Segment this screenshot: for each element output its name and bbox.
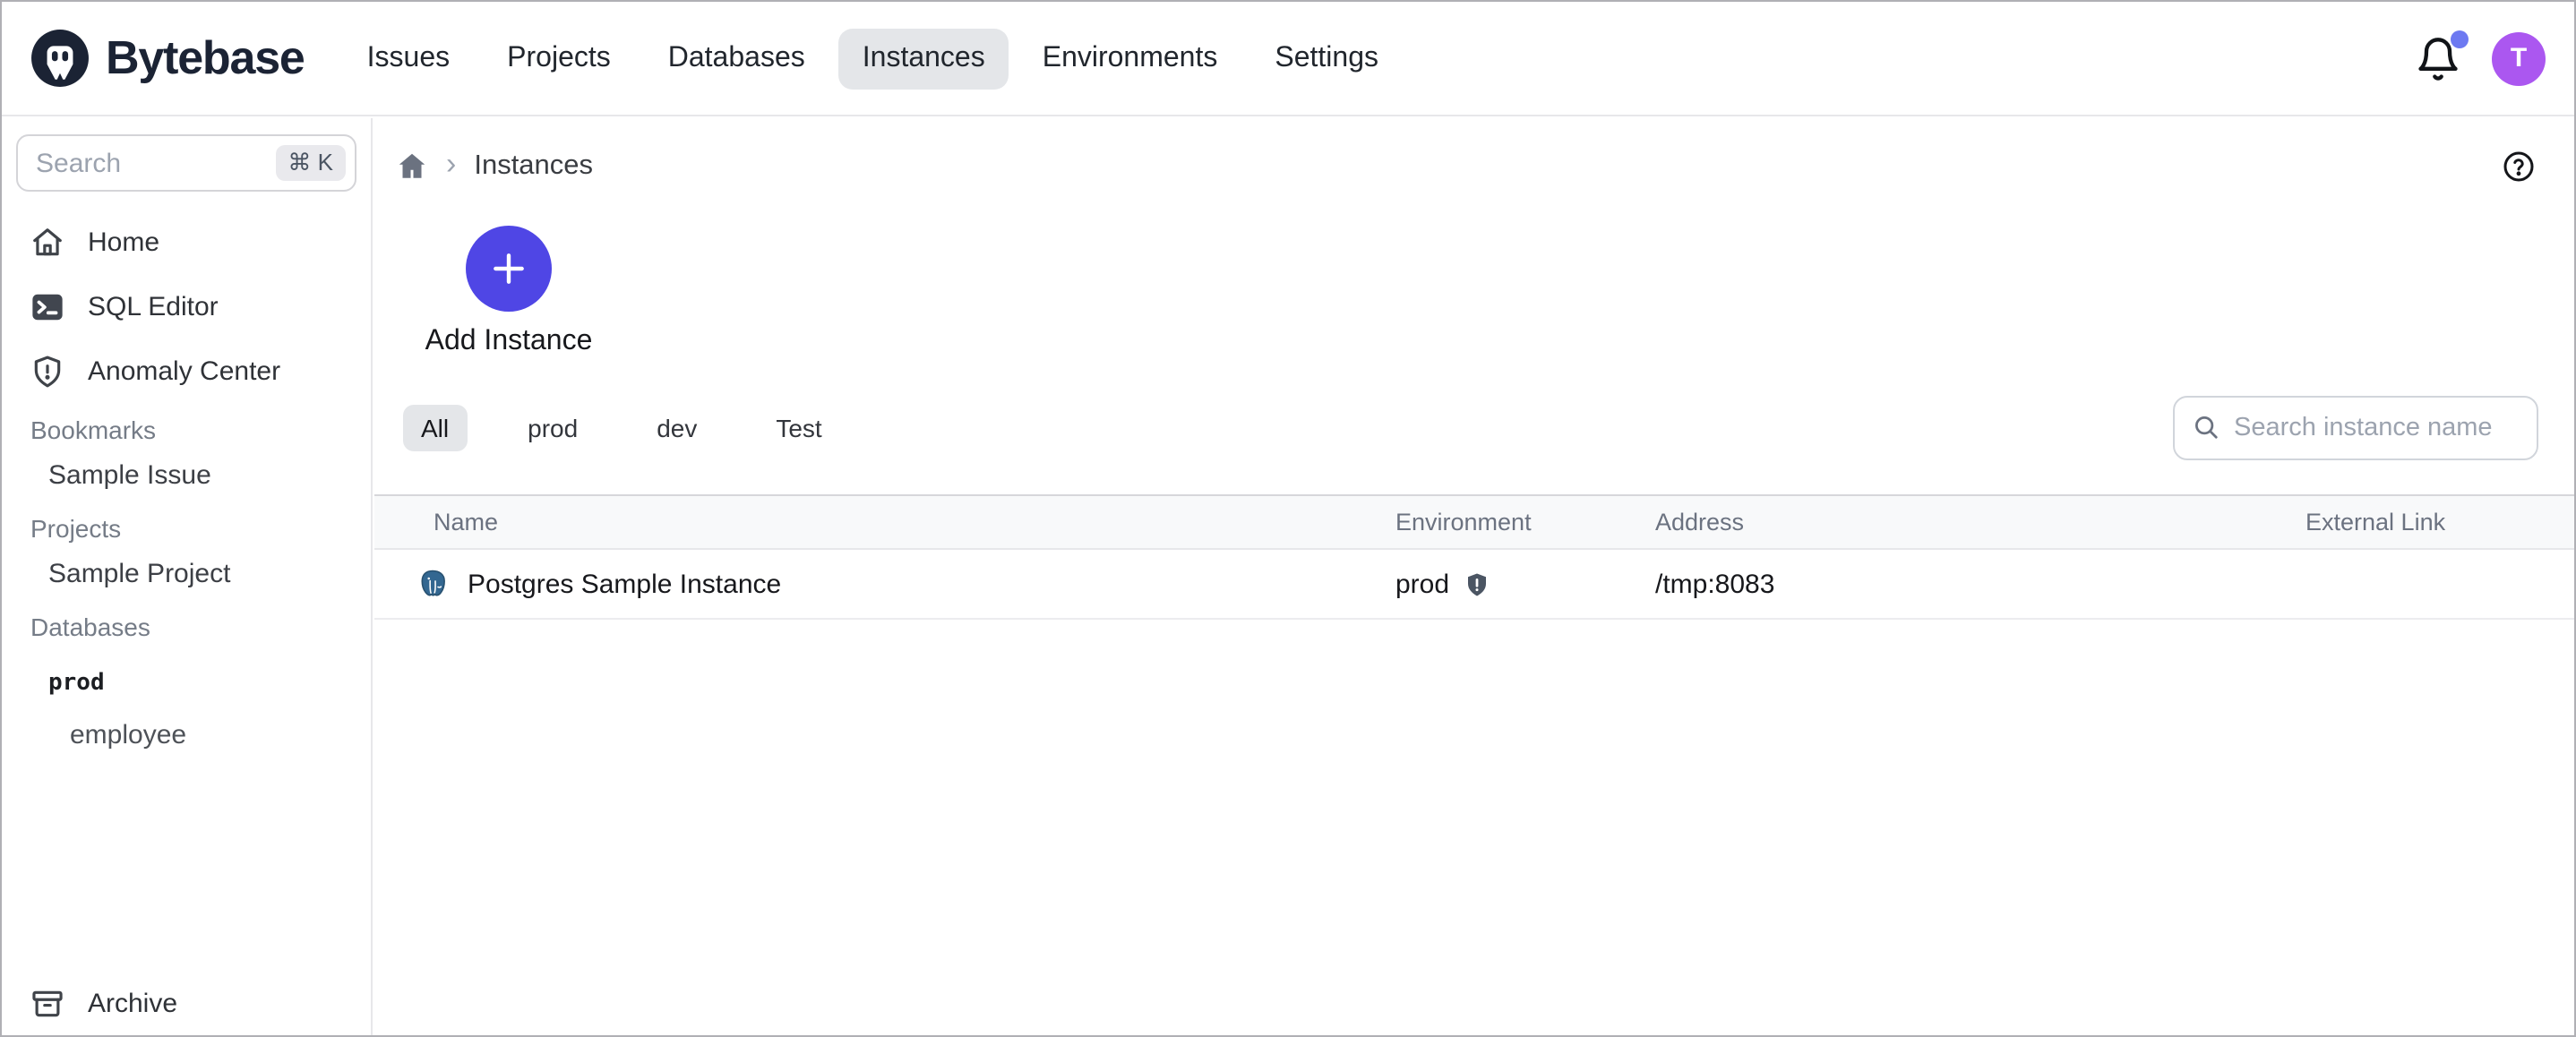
column-header-name: Name <box>374 509 1383 536</box>
home-icon <box>30 225 64 259</box>
sidebar-item-env-prod[interactable]: prod <box>2 657 371 709</box>
nav-item-issues[interactable]: Issues <box>344 28 474 89</box>
table-header: Name Environment Address External Link <box>374 496 2574 550</box>
search-shortcut-badge: ⌘ K <box>275 145 346 181</box>
sidebar-item-sql-editor[interactable]: SQL Editor <box>2 274 371 339</box>
table-row-postgres-sample-instance[interactable]: Postgres Sample Instance prod /tmp:8083 <box>374 550 2574 620</box>
column-header-external-link: External Link <box>2293 509 2574 536</box>
add-instance-label: Add Instance <box>425 326 593 358</box>
nav-item-environments[interactable]: Environments <box>1019 28 1241 89</box>
instance-controls: All prod dev Test <box>403 394 2538 460</box>
bytebase-logo[interactable]: Bytebase <box>30 29 305 88</box>
shield-icon <box>1464 570 1490 597</box>
sidebar-item-sample-project[interactable]: Sample Project <box>2 548 371 600</box>
bytebase-mascot-icon <box>30 29 90 88</box>
terminal-icon <box>30 289 64 323</box>
bytebase-app-window: Bytebase Issues Projects Databases Insta… <box>0 0 2576 1037</box>
help-button[interactable] <box>2503 150 2535 183</box>
user-avatar[interactable]: T <box>2492 31 2546 85</box>
postgresql-icon <box>416 567 450 601</box>
sidebar: ⌘ K Home SQL Editor <box>2 118 373 1035</box>
instances-table: Name Environment Address External Link P… <box>374 494 2574 620</box>
breadcrumb: › Instances <box>396 149 593 183</box>
add-instance-button[interactable]: Add Instance <box>410 226 607 358</box>
sidebar-item-label: SQL Editor <box>88 291 219 321</box>
instance-environment: prod <box>1395 569 1449 599</box>
chevron-right-icon: › <box>446 149 456 183</box>
nav-item-projects[interactable]: Projects <box>484 28 634 89</box>
sidebar-item-anomaly-center[interactable]: Anomaly Center <box>2 339 371 403</box>
environment-filter-tabs: All prod dev Test <box>403 404 840 450</box>
sidebar-item-home[interactable]: Home <box>2 210 371 274</box>
help-circle-icon <box>2503 150 2535 183</box>
tab-all[interactable]: All <box>403 404 467 450</box>
nav-item-databases[interactable]: Databases <box>645 28 829 89</box>
tab-dev[interactable]: dev <box>639 404 715 450</box>
search-input[interactable] <box>36 148 275 178</box>
home-icon[interactable] <box>396 150 428 182</box>
sidebar-section-bookmarks: Bookmarks <box>2 410 371 450</box>
notifications-button[interactable] <box>2415 35 2461 81</box>
add-instance-circle[interactable] <box>466 226 552 312</box>
navbar-right: T <box>2415 31 2546 85</box>
tab-test[interactable]: Test <box>758 404 839 450</box>
search-icon <box>2193 414 2220 441</box>
sidebar-item-sample-issue[interactable]: Sample Issue <box>2 450 371 501</box>
main-content: › Instances Add Instance All <box>374 118 2574 1035</box>
global-search[interactable]: ⌘ K <box>16 134 356 192</box>
sidebar-item-label: Home <box>88 227 159 257</box>
unread-notification-dot <box>2451 30 2469 47</box>
brand-name: Bytebase <box>106 30 305 86</box>
plus-icon <box>489 249 528 288</box>
nav-item-settings[interactable]: Settings <box>1251 28 1402 89</box>
sidebar-item-label: Archive <box>88 988 177 1018</box>
column-header-address: Address <box>1643 509 2293 536</box>
shield-alert-icon <box>30 354 64 388</box>
top-navbar: Bytebase Issues Projects Databases Insta… <box>2 2 2574 116</box>
breadcrumb-current-page: Instances <box>474 150 593 182</box>
main-nav: Issues Projects Databases Instances Envi… <box>344 28 1402 89</box>
instance-search-input[interactable] <box>2234 413 2519 441</box>
column-header-environment: Environment <box>1383 509 1643 536</box>
archive-icon <box>30 986 64 1020</box>
nav-item-instances[interactable]: Instances <box>839 28 1009 89</box>
tab-prod[interactable]: prod <box>510 404 596 450</box>
breadcrumb-bar: › Instances <box>374 118 2574 183</box>
instance-name: Postgres Sample Instance <box>468 569 781 599</box>
sidebar-item-archive[interactable]: Archive <box>2 980 371 1026</box>
sidebar-section-databases: Databases <box>2 607 371 647</box>
sidebar-item-db-employee[interactable]: employee <box>2 709 371 761</box>
instance-address: /tmp:8083 <box>1643 569 2293 599</box>
sidebar-section-projects: Projects <box>2 509 371 548</box>
sidebar-item-label: Anomaly Center <box>88 356 280 386</box>
instance-search-box[interactable] <box>2173 395 2538 459</box>
